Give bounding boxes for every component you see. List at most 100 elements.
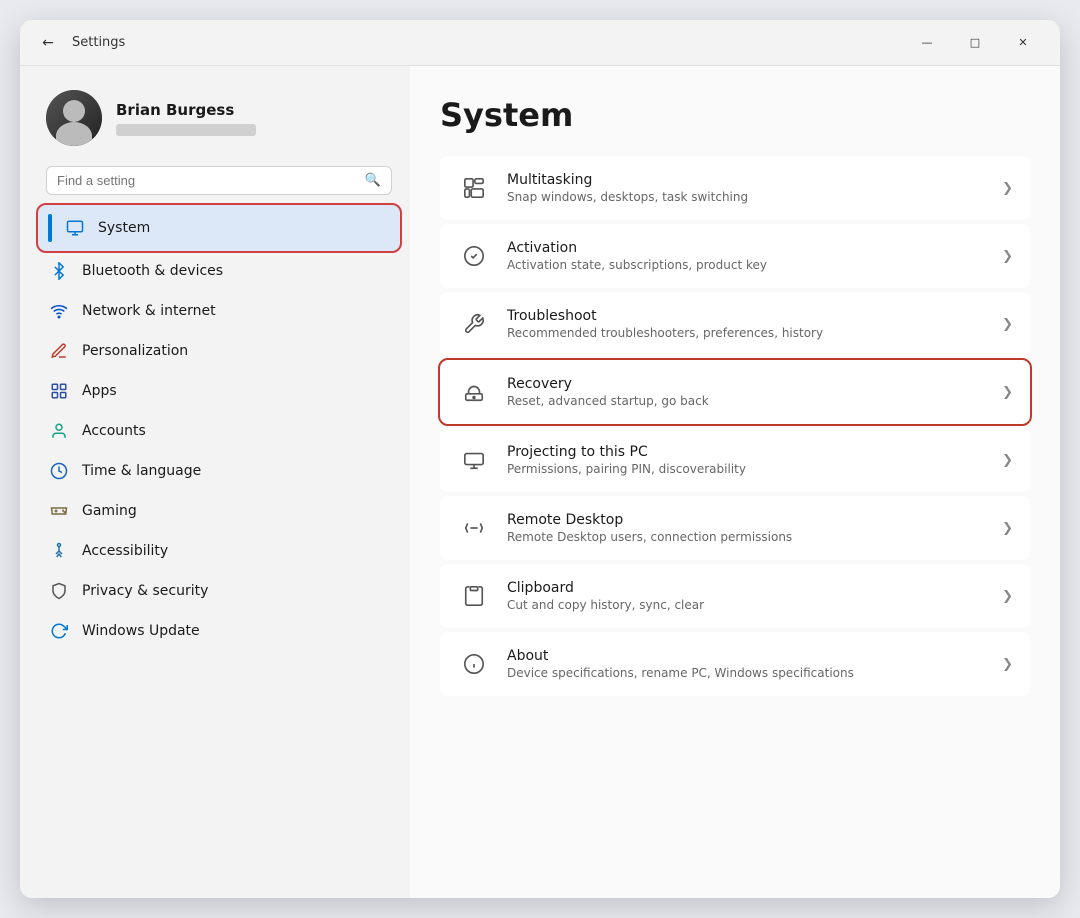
sidebar-item-label-gaming: Gaming <box>82 503 137 519</box>
remote-desktop-title: Remote Desktop <box>507 512 986 528</box>
multitasking-text: Multitasking Snap windows, desktops, task… <box>507 172 986 204</box>
settings-item-about[interactable]: About Device specifications, rename PC, W… <box>440 632 1030 696</box>
sidebar-item-system[interactable]: System <box>38 205 400 251</box>
chevron-icon: ❯ <box>1002 249 1013 264</box>
remote-desktop-text: Remote Desktop Remote Desktop users, conn… <box>507 512 986 544</box>
sidebar-item-gaming[interactable]: Gaming <box>38 491 400 531</box>
about-title: About <box>507 648 986 664</box>
window-controls: — □ ✕ <box>904 27 1046 59</box>
avatar <box>46 90 102 146</box>
multitasking-icon <box>457 171 491 205</box>
sidebar-item-label-network: Network & internet <box>82 303 216 319</box>
update-icon <box>48 620 70 642</box>
settings-item-clipboard[interactable]: Clipboard Cut and copy history, sync, cle… <box>440 564 1030 628</box>
sidebar: Brian Burgess 🔍 System Bluetooth & device… <box>20 66 410 898</box>
main-content: Brian Burgess 🔍 System Bluetooth & device… <box>20 66 1060 898</box>
settings-item-recovery[interactable]: Recovery Reset, advanced startup, go back… <box>440 360 1030 424</box>
clipboard-title: Clipboard <box>507 580 986 596</box>
projecting-icon <box>457 443 491 477</box>
settings-item-multitasking[interactable]: Multitasking Snap windows, desktops, task… <box>440 156 1030 220</box>
user-info: Brian Burgess <box>116 101 392 136</box>
sidebar-item-label-system: System <box>98 220 150 236</box>
sidebar-item-network[interactable]: Network & internet <box>38 291 400 331</box>
remote-desktop-icon <box>457 511 491 545</box>
sidebar-item-accounts[interactable]: Accounts <box>38 411 400 451</box>
troubleshoot-icon <box>457 307 491 341</box>
search-icon: 🔍 <box>365 173 381 188</box>
clipboard-text: Clipboard Cut and copy history, sync, cle… <box>507 580 986 612</box>
privacy-icon <box>48 580 70 602</box>
recovery-text: Recovery Reset, advanced startup, go back <box>507 376 986 408</box>
sidebar-item-personalization[interactable]: Personalization <box>38 331 400 371</box>
accounts-icon <box>48 420 70 442</box>
close-button[interactable]: ✕ <box>1000 27 1046 59</box>
recovery-title: Recovery <box>507 376 986 392</box>
main-panel: System Multitasking Snap windows, desktop… <box>410 66 1060 898</box>
system-icon <box>64 217 86 239</box>
about-desc: Device specifications, rename PC, Window… <box>507 666 986 680</box>
chevron-icon: ❯ <box>1002 317 1013 332</box>
sidebar-item-update[interactable]: Windows Update <box>38 611 400 651</box>
chevron-icon: ❯ <box>1002 453 1013 468</box>
settings-item-remote-desktop[interactable]: Remote Desktop Remote Desktop users, conn… <box>440 496 1030 560</box>
activation-desc: Activation state, subscriptions, product… <box>507 258 986 272</box>
sidebar-item-label-privacy: Privacy & security <box>82 583 208 599</box>
settings-item-troubleshoot[interactable]: Troubleshoot Recommended troubleshooters,… <box>440 292 1030 356</box>
search-input[interactable] <box>57 173 357 188</box>
minimize-button[interactable]: — <box>904 27 950 59</box>
page-title: System <box>440 96 1030 134</box>
sidebar-item-label-time: Time & language <box>82 463 201 479</box>
search-box[interactable]: 🔍 <box>46 166 392 195</box>
user-name: Brian Burgess <box>116 101 392 119</box>
sidebar-item-accessibility[interactable]: Accessibility <box>38 531 400 571</box>
bluetooth-icon <box>48 260 70 282</box>
apps-icon <box>48 380 70 402</box>
avatar-image <box>46 90 102 146</box>
chevron-icon: ❯ <box>1002 521 1013 536</box>
sidebar-item-apps[interactable]: Apps <box>38 371 400 411</box>
multitasking-desc: Snap windows, desktops, task switching <box>507 190 986 204</box>
settings-list: Multitasking Snap windows, desktops, task… <box>440 156 1030 696</box>
activation-text: Activation Activation state, subscription… <box>507 240 986 272</box>
multitasking-title: Multitasking <box>507 172 986 188</box>
titlebar: ← Settings — □ ✕ <box>20 20 1060 66</box>
gaming-icon <box>48 500 70 522</box>
clipboard-icon <box>457 579 491 613</box>
about-icon <box>457 647 491 681</box>
activation-icon <box>457 239 491 273</box>
sidebar-item-privacy[interactable]: Privacy & security <box>38 571 400 611</box>
sidebar-item-time[interactable]: Time & language <box>38 451 400 491</box>
chevron-icon: ❯ <box>1002 657 1013 672</box>
recovery-icon <box>457 375 491 409</box>
sidebar-item-label-personalization: Personalization <box>82 343 188 359</box>
settings-item-activation[interactable]: Activation Activation state, subscription… <box>440 224 1030 288</box>
projecting-title: Projecting to this PC <box>507 444 986 460</box>
clipboard-desc: Cut and copy history, sync, clear <box>507 598 986 612</box>
troubleshoot-desc: Recommended troubleshooters, preferences… <box>507 326 986 340</box>
network-icon <box>48 300 70 322</box>
troubleshoot-title: Troubleshoot <box>507 308 986 324</box>
about-text: About Device specifications, rename PC, W… <box>507 648 986 680</box>
back-button[interactable]: ← <box>34 29 62 57</box>
sidebar-item-label-update: Windows Update <box>82 623 200 639</box>
time-icon <box>48 460 70 482</box>
nav-list: System Bluetooth & devices Network & inter… <box>38 205 400 651</box>
recovery-desc: Reset, advanced startup, go back <box>507 394 986 408</box>
troubleshoot-text: Troubleshoot Recommended troubleshooters,… <box>507 308 986 340</box>
user-profile: Brian Burgess <box>38 80 400 162</box>
active-indicator <box>48 214 52 242</box>
maximize-button[interactable]: □ <box>952 27 998 59</box>
window-title: Settings <box>72 35 125 50</box>
settings-item-projecting[interactable]: Projecting to this PC Permissions, pairin… <box>440 428 1030 492</box>
chevron-icon: ❯ <box>1002 589 1013 604</box>
sidebar-item-label-bluetooth: Bluetooth & devices <box>82 263 223 279</box>
settings-window: ← Settings — □ ✕ Brian Burgess <box>20 20 1060 898</box>
sidebar-item-label-apps: Apps <box>82 383 117 399</box>
chevron-icon: ❯ <box>1002 181 1013 196</box>
activation-title: Activation <box>507 240 986 256</box>
sidebar-item-bluetooth[interactable]: Bluetooth & devices <box>38 251 400 291</box>
user-email-bar <box>116 124 256 136</box>
sidebar-item-label-accessibility: Accessibility <box>82 543 168 559</box>
projecting-desc: Permissions, pairing PIN, discoverabilit… <box>507 462 986 476</box>
remote-desktop-desc: Remote Desktop users, connection permiss… <box>507 530 986 544</box>
